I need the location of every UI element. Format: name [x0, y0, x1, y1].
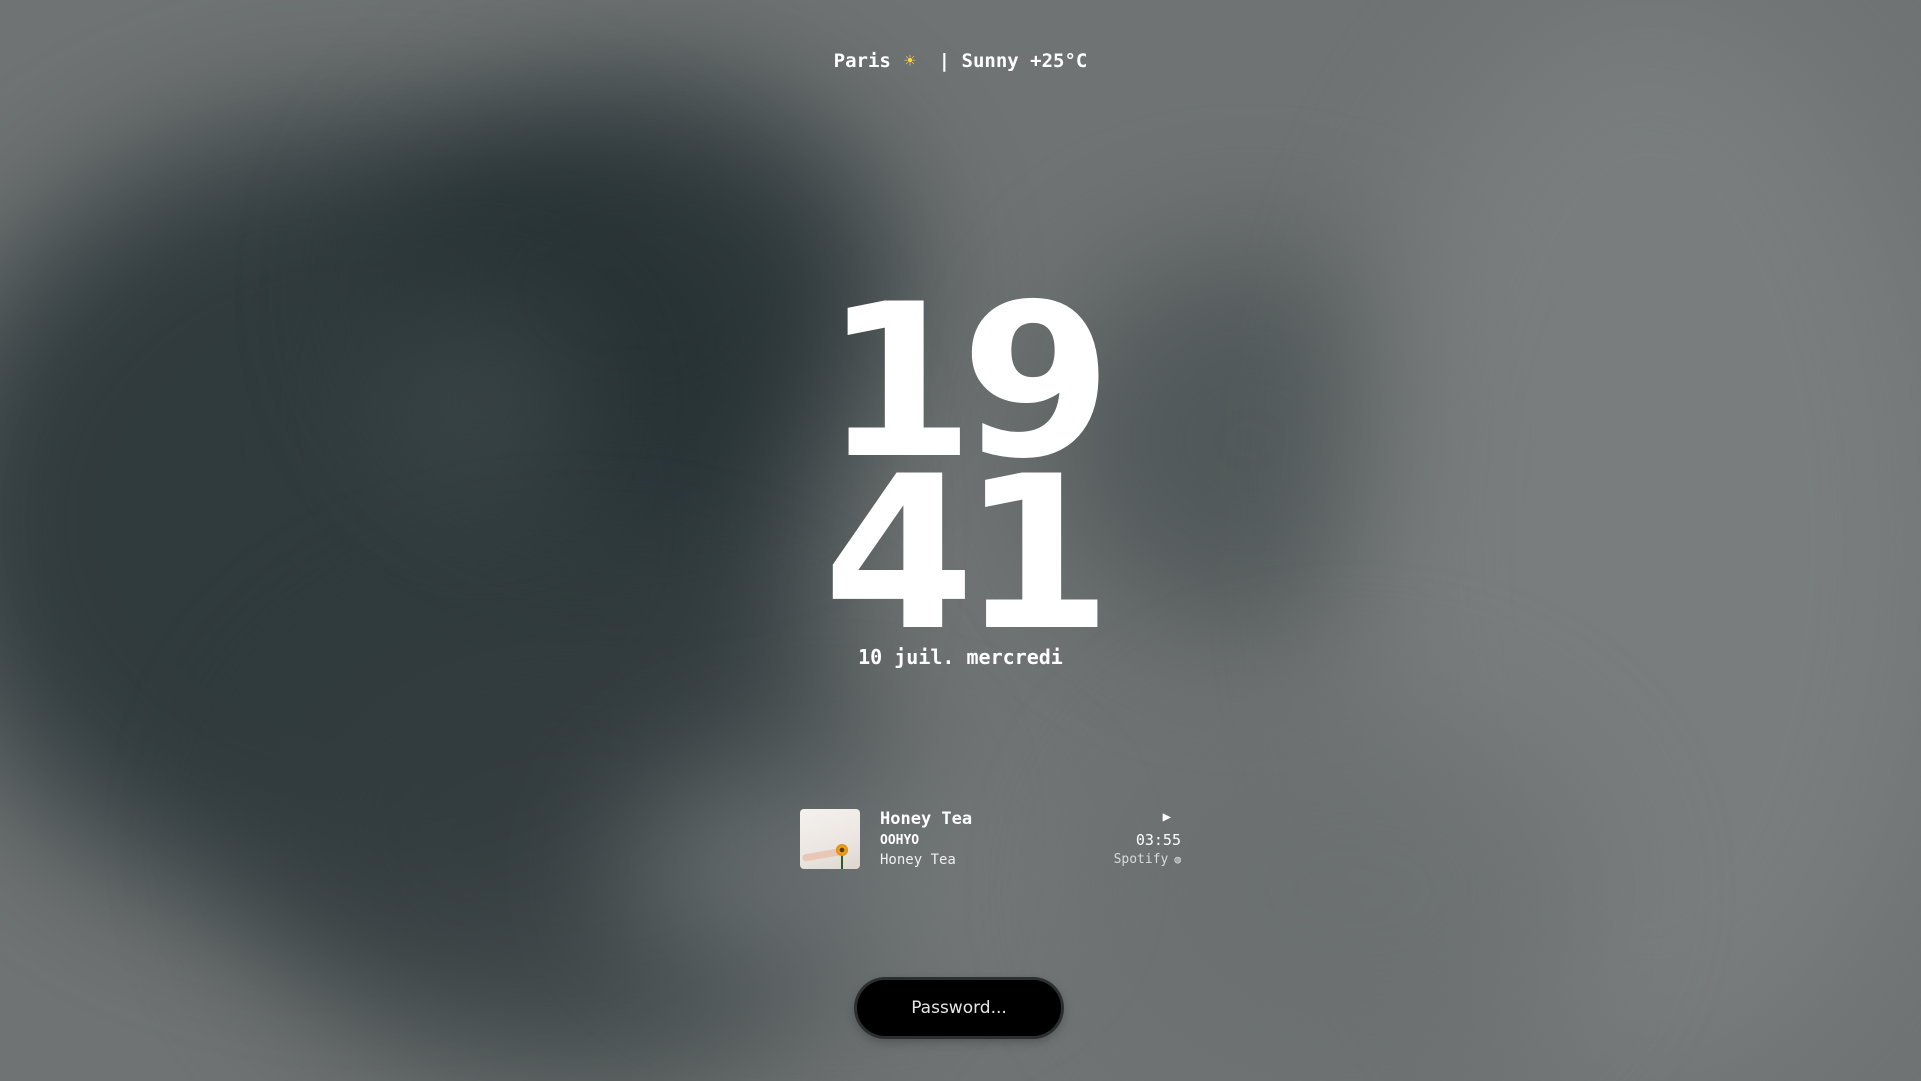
track-title: Honey Tea [880, 809, 973, 829]
media-source: Spotify ◍ [1114, 852, 1181, 867]
album-art [800, 809, 860, 869]
password-input[interactable] [857, 980, 1061, 1036]
media-player: Honey Tea OOHYO Honey Tea ▶ 03:55 Spotif… [800, 809, 1181, 871]
play-button[interactable]: ▶ [1163, 809, 1171, 825]
date-label: 10 juil. mercredi [858, 645, 1063, 669]
spotify-icon: ◍ [1174, 853, 1181, 866]
weather-condition: Sunny +25°C [961, 50, 1088, 72]
track-duration: 03:55 [1135, 831, 1181, 849]
clock-minutes: 41 [822, 430, 1112, 677]
track-artist: OOHYO [880, 833, 920, 848]
weather-city: Paris [833, 50, 891, 72]
track-album: Honey Tea [880, 852, 956, 868]
source-label: Spotify [1113, 852, 1169, 867]
weather-separator: | [927, 50, 962, 72]
sun-icon: ☀ [904, 50, 916, 72]
weather-widget: Paris ☀ | Sunny +25°C [0, 50, 1921, 72]
